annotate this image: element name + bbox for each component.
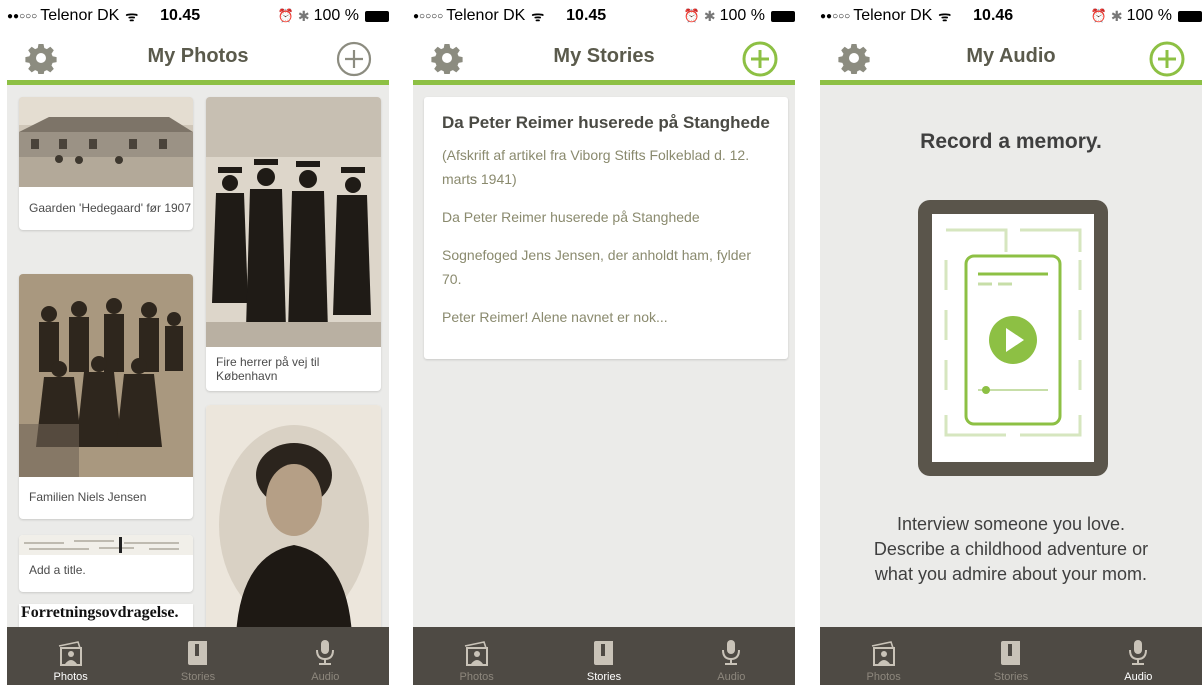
tab-label: Photos: [53, 671, 88, 683]
stories-screen: ●○○○○ Telenor DK ᯤ 10.45 ⏰ ✱ 100 % My St…: [413, 0, 795, 685]
carrier-name: Telenor DK: [446, 7, 526, 24]
story-paragraph: Da Peter Reimer huserede på Stanghede: [442, 209, 700, 225]
tab-label: Stories: [993, 671, 1029, 683]
page-title: My Stories: [553, 44, 655, 67]
story-paragraph: Sognefoged Jens Jensen, der anholdt ham,…: [442, 247, 751, 287]
photo-card[interactable]: Gaarden 'Hedegaard' før 1907: [19, 97, 193, 230]
nav-bar: My Audio: [820, 32, 1202, 85]
description-line: Interview someone you love.: [896, 514, 1126, 534]
status-bar: ●●○○○ Telenor DK ᯤ 10.46 ⏰ ✱ 100 %: [820, 0, 1202, 32]
tab-photos[interactable]: Photos: [820, 627, 947, 685]
page-title: My Photos: [147, 44, 249, 67]
clock: 10.45: [566, 7, 607, 24]
signal-strength: ●●○○○: [820, 10, 851, 22]
carrier-name: Telenor DK: [853, 7, 933, 24]
photos-tab-icon: [462, 638, 492, 668]
signal-strength: ●○○○○: [413, 10, 444, 22]
alarm-icon: ⏰: [683, 8, 700, 23]
photo-caption: Add a title.: [29, 563, 86, 577]
stories-tab-icon: [589, 638, 619, 668]
alarm-icon: ⏰: [1090, 8, 1107, 23]
photos-tab-icon: [869, 638, 899, 668]
tab-photos[interactable]: Photos: [7, 627, 134, 685]
page-title: My Audio: [966, 44, 1056, 67]
gear-icon[interactable]: [25, 42, 57, 74]
tab-label: Stories: [586, 671, 622, 683]
battery-percent: 100 %: [313, 7, 359, 24]
tab-audio[interactable]: Audio: [262, 627, 389, 685]
photos-screen: ●●○○○ Telenor DK ᯤ 10.45 ⏰ ✱ 100 % My Ph…: [7, 0, 389, 685]
battery-icon: [365, 10, 389, 22]
story-paragraph: Peter Reimer! Alene navnet er nok...: [442, 309, 668, 325]
story-paragraph: (Afskrift af artikel fra Viborg Stifts F…: [442, 147, 750, 187]
photo-caption: Familien Niels Jensen: [29, 490, 147, 504]
photo-card[interactable]: Add a title.: [19, 535, 193, 592]
alarm-icon: ⏰: [277, 8, 294, 23]
record-illustration: [918, 200, 1108, 476]
wifi-icon: ᯤ: [938, 7, 952, 24]
microphone-icon: [716, 638, 746, 668]
tab-label: Audio: [311, 671, 340, 683]
bluetooth-icon: ✱: [1110, 7, 1123, 24]
signal-strength: ●●○○○: [7, 10, 38, 22]
tab-label: Stories: [180, 671, 216, 683]
photo-family: [19, 274, 193, 477]
description-line: Describe a childhood adventure or: [873, 539, 1149, 559]
wifi-icon: ᯤ: [531, 7, 545, 24]
battery-percent: 100 %: [1126, 7, 1172, 24]
bluetooth-icon: ✱: [297, 7, 310, 24]
photo-card[interactable]: Fire herrer på vej til København: [206, 97, 381, 391]
photo-woman-portrait: [206, 405, 381, 635]
battery-icon: [1178, 10, 1202, 22]
tab-bar: Photos Stories Audio: [820, 627, 1202, 685]
photos-tab-icon: [56, 638, 86, 668]
photo-headline: Forretningsovdragelse.: [21, 604, 179, 621]
tab-label: Audio: [1124, 671, 1153, 683]
clock: 10.46: [973, 7, 1014, 24]
add-circle-icon[interactable]: [335, 40, 373, 78]
tab-label: Photos: [866, 671, 901, 683]
add-circle-icon[interactable]: [741, 40, 779, 78]
status-bar: ●○○○○ Telenor DK ᯤ 10.45 ⏰ ✱ 100 %: [413, 0, 795, 32]
gear-icon[interactable]: [838, 42, 870, 74]
story-title: Da Peter Reimer huserede på Stanghede: [442, 113, 770, 132]
tab-label: Photos: [459, 671, 494, 683]
tab-stories[interactable]: Stories: [947, 627, 1074, 685]
photo-caption: Gaarden 'Hedegaard' før 1907: [29, 201, 192, 215]
record-description: Interview someone you love. Describe a c…: [820, 512, 1202, 587]
photo-card[interactable]: Familien Niels Jensen: [19, 274, 193, 519]
photo-card[interactable]: [206, 405, 381, 635]
clock: 10.45: [160, 7, 201, 24]
photo-farmhouse: [19, 97, 193, 187]
wifi-icon: ᯤ: [125, 7, 139, 24]
battery-icon: [771, 10, 795, 22]
tab-bar: Photos Stories Audio: [413, 627, 795, 685]
tab-bar: Photos Stories Audio: [7, 627, 389, 685]
tab-photos[interactable]: Photos: [413, 627, 540, 685]
photo-caption: Fire herrer på vej til København: [216, 355, 320, 383]
record-heading: Record a memory.: [920, 130, 1102, 153]
tab-audio[interactable]: Audio: [1075, 627, 1202, 685]
tab-stories[interactable]: Stories: [134, 627, 261, 685]
battery-percent: 100 %: [719, 7, 765, 24]
photo-four-men: [206, 97, 381, 347]
microphone-icon: [310, 638, 340, 668]
bluetooth-icon: ✱: [703, 7, 716, 24]
add-circle-icon[interactable]: [1148, 40, 1186, 78]
nav-bar: My Stories: [413, 32, 795, 85]
stories-tab-icon: [996, 638, 1026, 668]
description-line: what you admire about your mom.: [874, 564, 1148, 584]
story-card[interactable]: Da Peter Reimer huserede på Stanghede (A…: [424, 97, 788, 359]
nav-bar: My Photos: [7, 32, 389, 85]
carrier-name: Telenor DK: [40, 7, 120, 24]
tab-stories[interactable]: Stories: [540, 627, 667, 685]
status-bar: ●●○○○ Telenor DK ᯤ 10.45 ⏰ ✱ 100 %: [7, 0, 389, 32]
tab-label: Audio: [717, 671, 746, 683]
microphone-icon: [1123, 638, 1153, 668]
tab-audio[interactable]: Audio: [668, 627, 795, 685]
gear-icon[interactable]: [431, 42, 463, 74]
audio-screen: ●●○○○ Telenor DK ᯤ 10.46 ⏰ ✱ 100 % My Au…: [820, 0, 1202, 685]
stories-tab-icon: [183, 638, 213, 668]
